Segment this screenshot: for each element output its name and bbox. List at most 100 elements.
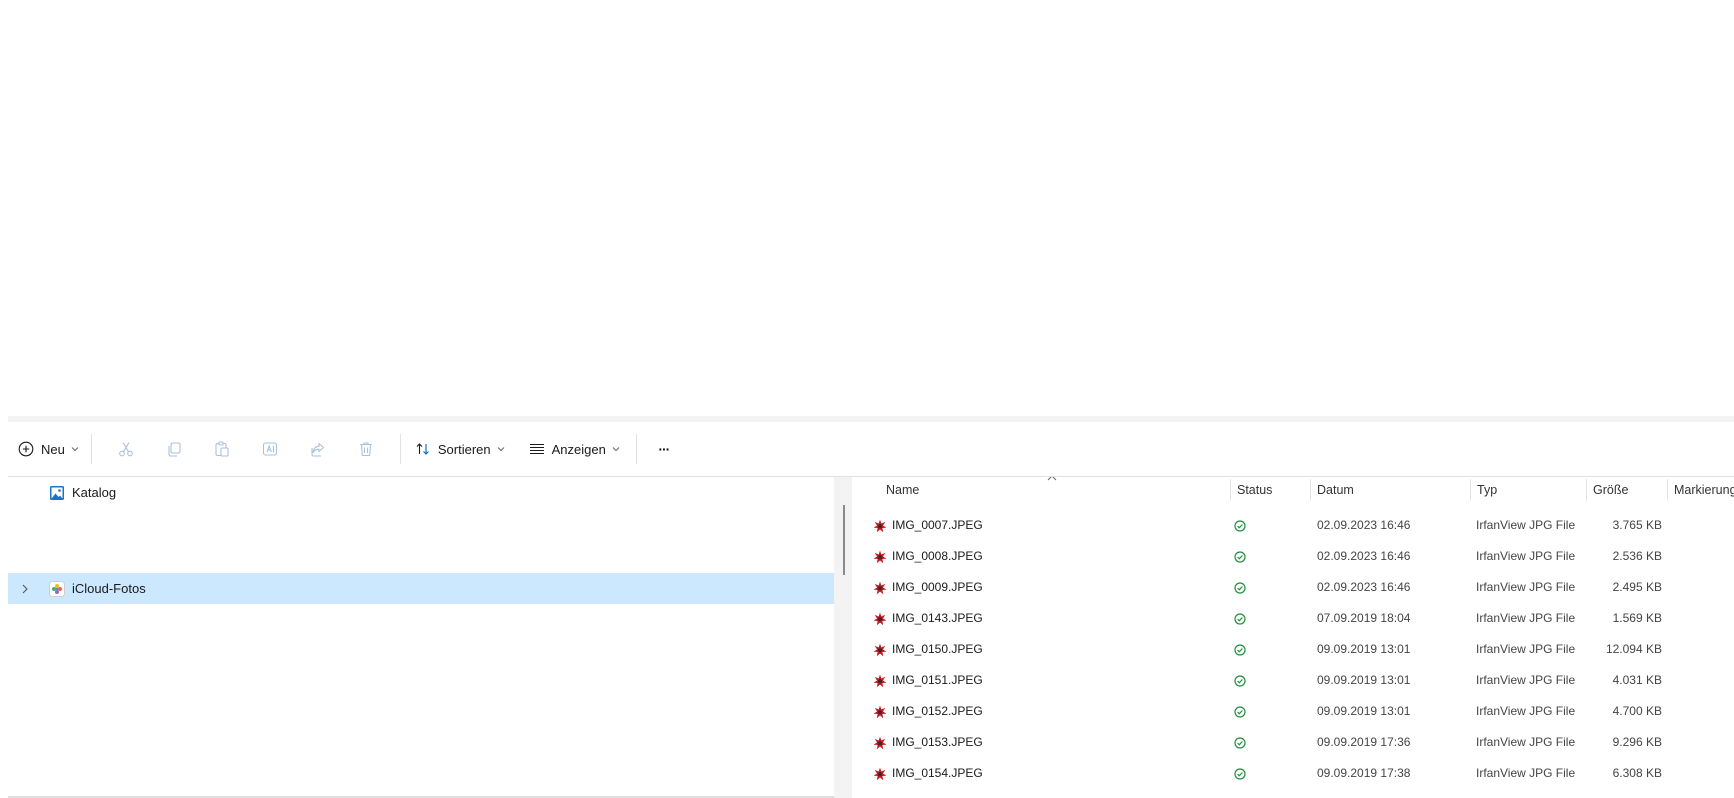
new-button-label: Neu — [41, 441, 65, 457]
file-type: IrfanView JPG File — [1476, 580, 1576, 594]
sync-status-cell — [1234, 572, 1246, 603]
plus-circle-icon — [18, 441, 34, 457]
rename-button[interactable] — [246, 432, 294, 466]
file-name: IMG_0153.JPEG — [892, 735, 983, 749]
file-row[interactable]: IMG_0151.JPEG 09.09.2019 13:01 IrfanView J… — [852, 665, 1734, 696]
trash-icon — [359, 442, 372, 457]
file-row[interactable]: IMG_0007.JPEG 02.09.2023 16:46 IrfanView J… — [852, 510, 1734, 541]
irfanview-file-icon — [872, 518, 888, 534]
file-row[interactable]: IMG_0152.JPEG 09.09.2019 13:01 IrfanView J… — [852, 696, 1734, 727]
file-size: 12.094 KB — [1605, 642, 1662, 656]
file-type: IrfanView JPG File — [1476, 549, 1576, 563]
file-name-cell: IMG_0154.JPEG — [872, 758, 983, 789]
file-name: IMG_0008.JPEG — [892, 549, 983, 563]
column-header-tags[interactable]: Markierung — [1668, 477, 1734, 503]
synced-check-icon — [1234, 643, 1246, 656]
file-row[interactable]: IMG_0008.JPEG 02.09.2023 16:46 IrfanView J… — [852, 541, 1734, 572]
file-name: IMG_0007.JPEG — [892, 518, 983, 532]
chevron-right-icon[interactable] — [18, 584, 32, 594]
nav-item-katalog[interactable]: Katalog — [8, 477, 834, 508]
view-button[interactable]: Anzeigen — [529, 432, 622, 466]
sync-status-cell — [1234, 603, 1246, 634]
file-list: Name Status Datum Typ Größe Markierung I… — [852, 477, 1734, 798]
synced-check-icon — [1234, 674, 1246, 687]
view-button-label: Anzeigen — [551, 441, 606, 457]
file-date: 02.09.2023 16:46 — [1317, 580, 1411, 594]
irfanview-file-icon — [872, 611, 888, 627]
file-size: 4.031 KB — [1612, 673, 1662, 687]
sort-button[interactable]: Sortieren — [415, 432, 507, 466]
sort-icon — [416, 443, 429, 455]
sync-status-cell — [1234, 665, 1246, 696]
file-size: 9.296 KB — [1612, 735, 1662, 749]
delete-button[interactable] — [342, 432, 390, 466]
file-name: IMG_0151.JPEG — [892, 673, 983, 687]
file-name-cell: IMG_0009.JPEG — [872, 572, 983, 603]
file-name: IMG_0152.JPEG — [892, 704, 983, 718]
file-row[interactable]: IMG_0150.JPEG 09.09.2019 13:01 IrfanView J… — [852, 634, 1734, 665]
share-button[interactable] — [294, 432, 342, 466]
paste-button[interactable] — [198, 432, 246, 466]
file-row[interactable]: IMG_0153.JPEG 09.09.2019 17:36 IrfanView J… — [852, 727, 1734, 758]
irfanview-file-icon — [872, 549, 888, 565]
scissors-icon — [119, 442, 133, 457]
file-type: IrfanView JPG File — [1476, 766, 1576, 780]
gallery-icon — [48, 484, 66, 502]
column-header-name[interactable]: Name — [880, 477, 1220, 503]
file-name-cell: IMG_0008.JPEG — [872, 541, 983, 572]
copy-button[interactable] — [150, 432, 198, 466]
file-name-cell: IMG_0152.JPEG — [872, 696, 983, 727]
more-options-button[interactable]: ··· — [647, 432, 681, 466]
file-type: IrfanView JPG File — [1476, 735, 1576, 749]
file-type: IrfanView JPG File — [1476, 642, 1576, 656]
cut-button[interactable] — [102, 432, 150, 466]
rename-icon — [262, 442, 277, 456]
file-size: 1.569 KB — [1612, 611, 1662, 625]
sync-status-cell — [1234, 758, 1246, 789]
file-type: IrfanView JPG File — [1476, 611, 1576, 625]
file-date: 09.09.2019 13:01 — [1317, 704, 1411, 718]
copy-icon — [168, 442, 181, 457]
nav-item-icloud-fotos[interactable]: iCloud-Fotos — [8, 573, 834, 604]
file-date: 09.09.2019 13:01 — [1317, 673, 1411, 687]
toolbar-separator — [635, 434, 637, 464]
sync-status-cell — [1234, 541, 1246, 572]
file-name: IMG_0143.JPEG — [892, 611, 983, 625]
irfanview-file-icon — [872, 580, 888, 596]
file-size: 3.765 KB — [1612, 518, 1662, 532]
file-date: 02.09.2023 16:46 — [1317, 549, 1411, 563]
list-view-icon — [529, 444, 544, 454]
file-type: IrfanView JPG File — [1476, 518, 1576, 532]
synced-check-icon — [1234, 705, 1246, 718]
file-size: 2.536 KB — [1612, 549, 1662, 563]
synced-check-icon — [1234, 550, 1246, 563]
file-name-cell: IMG_0151.JPEG — [872, 665, 983, 696]
column-header-status[interactable]: Status — [1231, 477, 1311, 503]
command-bar: Neu Sortieren Anzeigen ··· — [8, 422, 1734, 477]
chevron-down-icon — [71, 447, 79, 452]
sort-button-label: Sortieren — [437, 441, 491, 457]
file-name: IMG_0009.JPEG — [892, 580, 983, 594]
column-header-date[interactable]: Datum — [1311, 477, 1471, 503]
new-button[interactable]: Neu — [18, 432, 81, 466]
column-header-type[interactable]: Typ — [1471, 477, 1586, 503]
file-date: 07.09.2019 18:04 — [1317, 611, 1411, 625]
navigation-pane: Katalog iCloud-Fotos — [8, 477, 834, 798]
sync-status-cell — [1234, 696, 1246, 727]
irfanview-file-icon — [872, 642, 888, 658]
pane-splitter-handle[interactable] — [843, 505, 845, 575]
file-name-cell: IMG_0007.JPEG — [872, 510, 983, 541]
synced-check-icon — [1234, 581, 1246, 594]
file-name-cell: IMG_0153.JPEG — [872, 727, 983, 758]
toolbar-separator — [399, 434, 401, 464]
chevron-down-icon — [497, 447, 504, 452]
column-header-size[interactable]: Größe — [1587, 477, 1667, 503]
file-row[interactable]: IMG_0143.JPEG 07.09.2019 18:04 IrfanView J… — [852, 603, 1734, 634]
irfanview-file-icon — [872, 704, 888, 720]
file-row[interactable]: IMG_0154.JPEG 09.09.2019 17:38 IrfanView J… — [852, 758, 1734, 789]
file-type: IrfanView JPG File — [1476, 673, 1576, 687]
share-icon — [311, 442, 324, 457]
nav-item-label: iCloud-Fotos — [72, 581, 146, 596]
file-row[interactable]: IMG_0009.JPEG 02.09.2023 16:46 IrfanView J… — [852, 572, 1734, 603]
synced-check-icon — [1234, 736, 1246, 749]
